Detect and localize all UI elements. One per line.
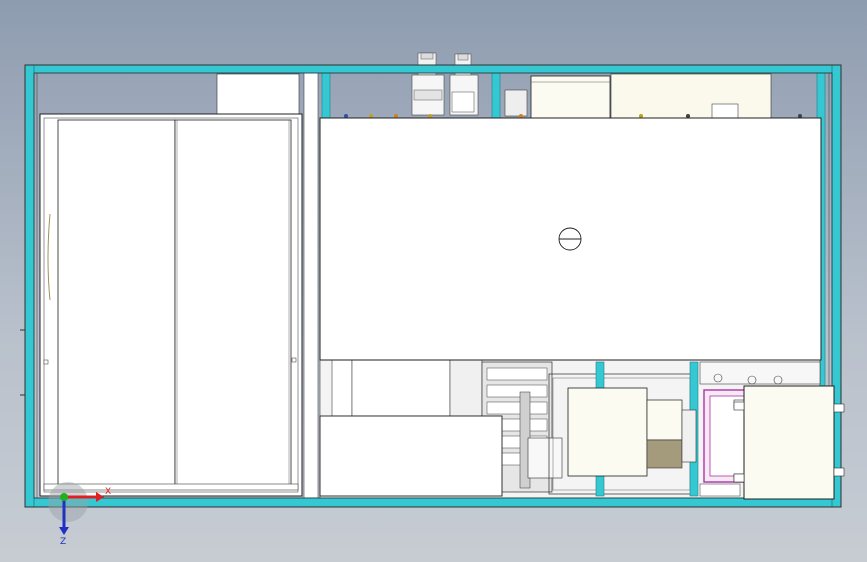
top-right-block xyxy=(610,73,772,119)
door-right-leaf xyxy=(174,119,292,489)
x-axis-label: X xyxy=(105,487,111,497)
upper-right-panel xyxy=(319,117,822,361)
cad-viewport[interactable]: X Z xyxy=(0,0,867,562)
fitting xyxy=(504,89,528,117)
top-box xyxy=(530,75,611,119)
gauge xyxy=(711,103,739,119)
electrical-box xyxy=(733,385,845,500)
motor-box xyxy=(567,387,648,477)
door-left-leaf xyxy=(57,119,176,489)
top-left-block xyxy=(216,73,300,117)
lower-left-panel xyxy=(319,415,503,497)
left-door-assembly xyxy=(39,113,303,497)
z-axis-label: Z xyxy=(60,537,66,547)
triad-origin xyxy=(60,493,68,501)
